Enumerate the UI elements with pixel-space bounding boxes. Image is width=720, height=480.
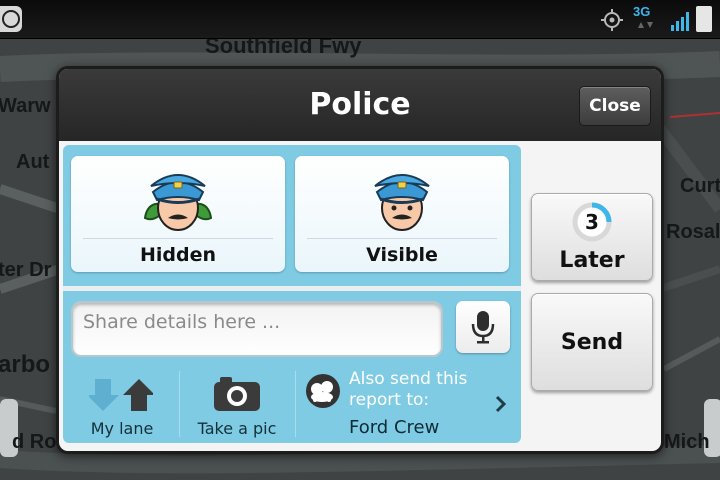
- panel-divider: [63, 286, 521, 291]
- map-street-label: Warw: [0, 95, 51, 117]
- police-hidden-button[interactable]: Hidden: [71, 156, 285, 272]
- later-button[interactable]: 3 Later: [531, 193, 653, 281]
- battery-icon: [696, 6, 712, 32]
- gps-icon: [601, 9, 623, 31]
- app-notification-icon: [0, 6, 22, 32]
- police-hidden-icon: [143, 174, 213, 231]
- take-a-pic-button[interactable]: Take a pic: [181, 371, 293, 438]
- map-street-label: Rosalie: [666, 221, 720, 243]
- map-street-label: d Ro: [12, 431, 57, 453]
- police-hidden-label: Hidden: [139, 244, 217, 266]
- send-button[interactable]: Send: [531, 293, 653, 391]
- camera-icon: [214, 377, 260, 411]
- bottom-separator: [295, 371, 296, 437]
- send-to-group-name: Ford Crew: [349, 417, 440, 438]
- microphone-icon: [471, 311, 495, 344]
- map-street-label: Mich: [664, 431, 710, 453]
- dialog-header: Police Close: [59, 69, 661, 141]
- network-type-label: 3G: [633, 4, 651, 19]
- report-police-dialog: Police Close Hidden Visible Share detail…: [56, 66, 664, 454]
- lane-arrows-icon: [89, 379, 153, 411]
- details-input[interactable]: Share details here ...: [71, 301, 443, 357]
- police-visible-button[interactable]: Visible: [295, 156, 509, 272]
- bottom-separator: [179, 371, 180, 437]
- later-label: Later: [559, 248, 625, 273]
- my-lane-label: My lane: [90, 419, 154, 438]
- my-lane-button[interactable]: My lane: [69, 371, 175, 438]
- report-options-panel: Hidden Visible Share details here ... My…: [63, 145, 521, 443]
- map-street-label: arbo: [0, 351, 51, 378]
- map-street-label: Aut: [16, 151, 50, 173]
- dialog-title: Police: [309, 87, 411, 122]
- take-a-pic-label: Take a pic: [197, 419, 277, 438]
- map-street-label: Curt: [680, 175, 720, 197]
- police-visible-label: Visible: [366, 244, 438, 266]
- map-street-label: ter Dr: [0, 259, 52, 281]
- network-arrows-icon: [638, 22, 653, 28]
- chevron-right-icon: [495, 395, 507, 413]
- map-street-label: Southfield Fwy: [205, 39, 362, 58]
- group-icon: [306, 374, 340, 408]
- microphone-button[interactable]: [456, 301, 510, 353]
- signal-icon: [671, 12, 689, 31]
- countdown-number: 3: [585, 210, 599, 234]
- status-bar: 3G: [0, 0, 720, 39]
- send-to-label: Also send this report to:: [349, 369, 468, 410]
- police-visible-icon: [374, 174, 430, 231]
- close-button[interactable]: Close: [579, 86, 651, 126]
